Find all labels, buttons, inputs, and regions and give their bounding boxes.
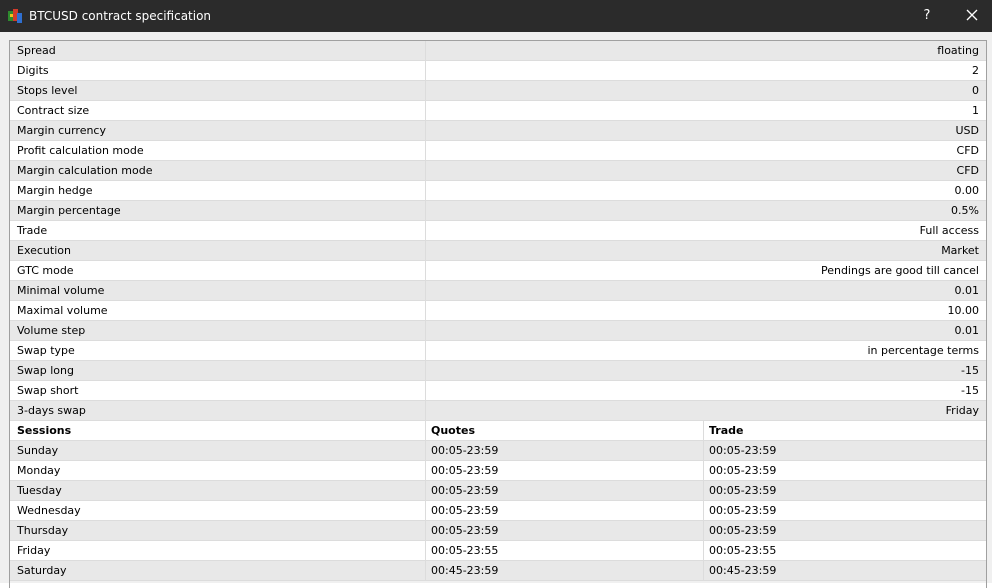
spec-row-swap-long[interactable]: Swap long -15 (10, 361, 986, 381)
session-trade: 00:45-23:59 (709, 564, 777, 577)
session-row-saturday[interactable]: Saturday 00:45-23:59 00:45-23:59 (10, 561, 986, 581)
session-row-sunday[interactable]: Sunday 00:05-23:59 00:05-23:59 (10, 441, 986, 461)
spec-value: Friday (945, 404, 979, 417)
app-icon (8, 9, 22, 23)
spec-value: 0 (972, 84, 979, 97)
session-day: Sunday (10, 441, 426, 460)
session-day: Thursday (10, 521, 426, 540)
spec-value: 0.00 (954, 184, 980, 197)
spec-value: Full access (919, 224, 979, 237)
session-quotes: 00:05-23:59 (426, 481, 704, 500)
session-trade: 00:05-23:59 (709, 484, 777, 497)
spec-row-margin-percentage[interactable]: Margin percentage 0.5% (10, 201, 986, 221)
session-quotes: 00:05-23:59 (426, 501, 704, 520)
session-row-tuesday[interactable]: Tuesday 00:05-23:59 00:05-23:59 (10, 481, 986, 501)
spec-row-swap-short[interactable]: Swap short -15 (10, 381, 986, 401)
spec-name: Minimal volume (10, 281, 426, 300)
specification-table: Spread floating Digits 2 Stops level 0 C… (9, 40, 987, 588)
window-title: BTCUSD contract specification (29, 9, 212, 23)
spec-name: GTC mode (10, 261, 426, 280)
spec-name: Spread (10, 41, 426, 60)
dialog-content: Spread floating Digits 2 Stops level 0 C… (0, 32, 992, 588)
spec-name: Margin percentage (10, 201, 426, 220)
session-trade: 00:05-23:59 (709, 464, 777, 477)
spec-value: 0.01 (954, 324, 980, 337)
spec-value: USD (955, 124, 979, 137)
session-row-thursday[interactable]: Thursday 00:05-23:59 00:05-23:59 (10, 521, 986, 541)
trade-column-header: Trade (709, 424, 744, 437)
spec-name: Trade (10, 221, 426, 240)
spec-value: Market (941, 244, 979, 257)
spec-value: 0.01 (954, 284, 980, 297)
spec-row-volume-step[interactable]: Volume step 0.01 (10, 321, 986, 341)
session-day: Friday (10, 541, 426, 560)
spec-row-minimal-volume[interactable]: Minimal volume 0.01 (10, 281, 986, 301)
help-button[interactable]: ? (912, 0, 942, 32)
sessions-header-row: Sessions Quotes Trade (10, 421, 986, 441)
spec-name: Margin calculation mode (10, 161, 426, 180)
session-row-monday[interactable]: Monday 00:05-23:59 00:05-23:59 (10, 461, 986, 481)
session-trade: 00:05-23:59 (709, 444, 777, 457)
close-button[interactable] (956, 0, 988, 32)
spec-row-digits[interactable]: Digits 2 (10, 61, 986, 81)
session-quotes: 00:05-23:59 (426, 441, 704, 460)
spec-value: floating (937, 44, 979, 57)
spec-name: Execution (10, 241, 426, 260)
session-quotes: 00:05-23:59 (426, 461, 704, 480)
spec-name: Stops level (10, 81, 426, 100)
spec-name: Digits (10, 61, 426, 80)
session-row-wednesday[interactable]: Wednesday 00:05-23:59 00:05-23:59 (10, 501, 986, 521)
spec-name: Margin currency (10, 121, 426, 140)
spec-name: Swap type (10, 341, 426, 360)
session-trade: 00:05-23:55 (709, 544, 777, 557)
spec-row-margin-currency[interactable]: Margin currency USD (10, 121, 986, 141)
spec-row-margin-calculation-mode[interactable]: Margin calculation mode CFD (10, 161, 986, 181)
spec-row-swap-type[interactable]: Swap type in percentage terms (10, 341, 986, 361)
session-day: Saturday (10, 561, 426, 580)
spec-row-gtc-mode[interactable]: GTC mode Pendings are good till cancel (10, 261, 986, 281)
session-day: Monday (10, 461, 426, 480)
spec-name: Swap short (10, 381, 426, 400)
spec-name: Maximal volume (10, 301, 426, 320)
spec-value: -15 (961, 384, 979, 397)
spec-row-maximal-volume[interactable]: Maximal volume 10.00 (10, 301, 986, 321)
spec-value: 2 (972, 64, 979, 77)
spec-name: Profit calculation mode (10, 141, 426, 160)
spec-row-3-days-swap[interactable]: 3-days swap Friday (10, 401, 986, 421)
spec-value: 1 (972, 104, 979, 117)
spec-value: -15 (961, 364, 979, 377)
spec-row-margin-hedge[interactable]: Margin hedge 0.00 (10, 181, 986, 201)
spec-value: 10.00 (947, 304, 980, 317)
spec-value: CFD (956, 144, 979, 157)
spec-name: Margin hedge (10, 181, 426, 200)
spec-name: Volume step (10, 321, 426, 340)
spec-value: CFD (956, 164, 979, 177)
spec-value: 0.5% (951, 204, 979, 217)
spec-row-execution[interactable]: Execution Market (10, 241, 986, 261)
spec-name: Swap long (10, 361, 426, 380)
session-trade: 00:05-23:59 (709, 524, 777, 537)
spec-row-trade[interactable]: Trade Full access (10, 221, 986, 241)
session-day: Wednesday (10, 501, 426, 520)
session-quotes: 00:05-23:55 (426, 541, 704, 560)
session-quotes: 00:05-23:59 (426, 521, 704, 540)
sessions-column-header: Sessions (10, 421, 426, 440)
spec-value: Pendings are good till cancel (820, 264, 979, 277)
title-bar: BTCUSD contract specification ? (0, 0, 992, 32)
session-day: Tuesday (10, 481, 426, 500)
close-icon (966, 9, 978, 24)
spec-value: in percentage terms (867, 344, 980, 357)
spec-row-spread[interactable]: Spread floating (10, 41, 986, 61)
spec-row-profit-calculation-mode[interactable]: Profit calculation mode CFD (10, 141, 986, 161)
session-row-friday[interactable]: Friday 00:05-23:55 00:05-23:55 (10, 541, 986, 561)
quotes-column-header: Quotes (426, 421, 704, 440)
spec-name: Contract size (10, 101, 426, 120)
session-trade: 00:05-23:59 (709, 504, 777, 517)
spec-row-stops-level[interactable]: Stops level 0 (10, 81, 986, 101)
spec-row-contract-size[interactable]: Contract size 1 (10, 101, 986, 121)
session-quotes: 00:45-23:59 (426, 561, 704, 580)
spec-name: 3-days swap (10, 401, 426, 420)
